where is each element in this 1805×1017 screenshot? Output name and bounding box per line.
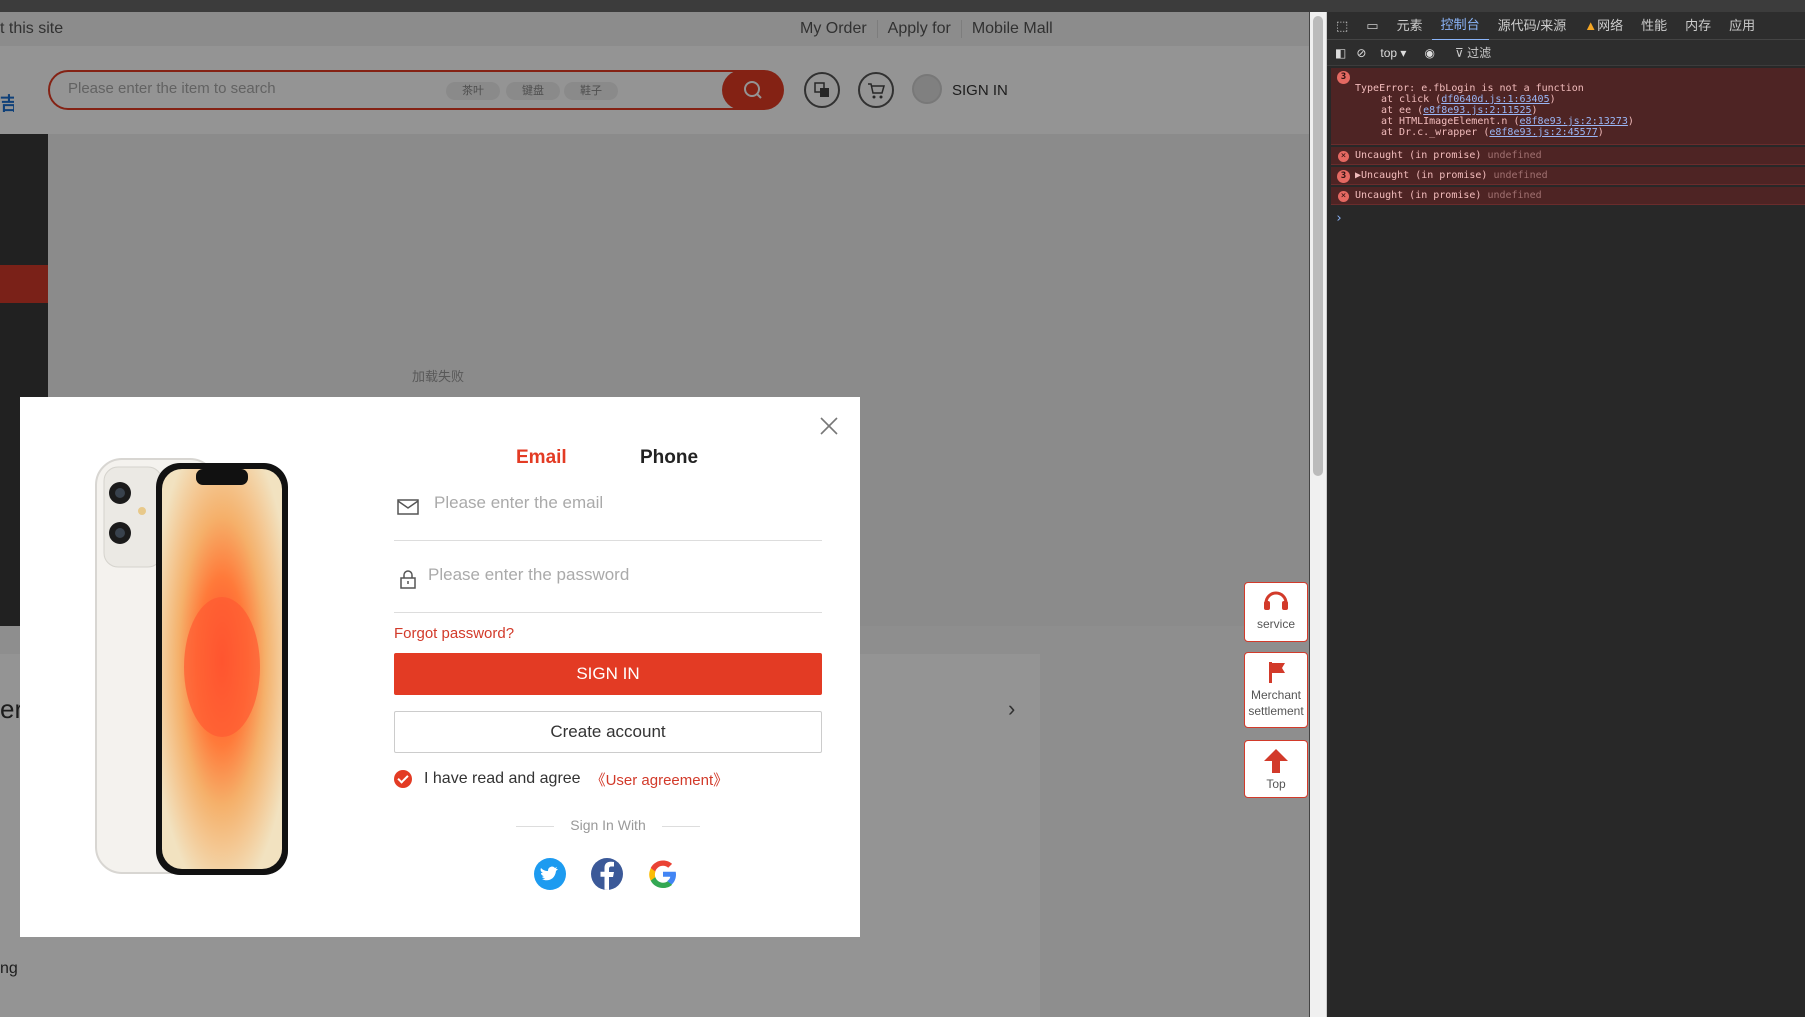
error-count-badge: 3 [1337,71,1350,84]
merchant-settlement-button[interactable]: Merchant settlement [1244,652,1308,728]
console-prompt[interactable]: › [1327,207,1805,230]
tab-performance[interactable]: 性能 [1632,12,1676,40]
tab-network[interactable]: ▲网络 [1575,12,1632,40]
stack-link[interactable]: e8f8e93.js:2:13273 [1519,116,1627,127]
context-selector[interactable]: top ▾ [1376,46,1410,60]
login-modal: Email Phone Forgot password? SIGN IN Cre… [20,397,860,937]
phone-product-image [95,458,288,875]
top-label: Top [1266,777,1286,791]
forgot-password-link[interactable]: Forgot password? [394,625,514,642]
password-input[interactable] [428,565,798,585]
back-to-top-button[interactable]: Top [1244,740,1308,798]
agreement-text: I have read and agree [424,770,581,787]
tab-phone[interactable]: Phone [640,447,698,469]
browser-top-strip [0,0,1805,12]
console-error-entry[interactable]: × Uncaught (in promise) undefined [1331,187,1805,205]
twitter-icon[interactable] [533,857,567,891]
tab-sources[interactable]: 源代码/来源 [1489,12,1576,40]
console-error-entry[interactable]: 3 TypeError: e.fbLogin is not a function… [1331,68,1805,145]
sign-in-with-divider: Sign In With [516,817,700,833]
error-message: ▶Uncaught (in promise) [1355,170,1488,181]
console-error-entry[interactable]: 3 ▶Uncaught (in promise) undefined [1331,167,1805,185]
headset-icon [1264,591,1288,610]
error-message: Uncaught (in promise) [1355,150,1482,161]
console-error-entry[interactable]: × Uncaught (in promise) undefined [1331,147,1805,165]
error-message: Uncaught (in promise) [1355,190,1482,201]
error-detail: undefined [1487,190,1542,201]
error-count-badge: 3 [1337,170,1350,183]
console-toolbar: ◧ ⊘ top ▾ ◉ ⊽ 过滤 [1327,40,1805,66]
facebook-icon[interactable] [590,857,624,891]
context-label: top [1380,45,1398,60]
close-icon[interactable] [818,415,840,437]
lock-icon [400,570,416,589]
email-input[interactable] [434,493,804,513]
stack-line: at click (df0640d.js:1:63405) [1381,94,1556,105]
flag-icon [1269,662,1285,683]
stack-link[interactable]: e8f8e93.js:2:45577 [1489,127,1597,138]
tab-email[interactable]: Email [516,447,567,469]
stack-line: at ee (e8f8e93.js:2:11525) [1381,105,1538,116]
eye-icon[interactable]: ◉ [1424,46,1434,60]
create-account-button[interactable]: Create account [394,711,822,753]
page-scrollbar[interactable] [1310,12,1327,1017]
sign-in-button[interactable]: SIGN IN [394,653,822,695]
service-button[interactable]: service [1244,582,1308,642]
stack-line: at HTMLImageElement.n (e8f8e93.js:2:1327… [1381,116,1634,127]
filter-input[interactable]: ⊽ 过滤 [1455,44,1491,61]
error-detail: undefined [1493,170,1548,181]
tab-memory[interactable]: 内存 [1676,12,1720,40]
user-agreement-link[interactable]: 《User agreement》 [591,769,729,790]
devtools-tab-bar: ⬚ ▭ 元素 控制台 源代码/来源 ▲网络 性能 内存 应用 [1327,11,1805,41]
password-field [394,553,822,613]
stack-line: at Dr.c._wrapper (e8f8e93.js:2:45577) [1381,127,1604,138]
error-icon: × [1338,151,1349,162]
error-message: TypeError: e.fbLogin is not a function [1355,83,1584,94]
sidebar-toggle-icon[interactable]: ◧ [1335,46,1346,60]
filter-label: 过滤 [1467,46,1492,60]
filter-icon: ⊽ [1454,46,1464,60]
error-icon: × [1338,191,1349,202]
arrow-up-icon [1264,749,1288,773]
scrollbar-thumb[interactable] [1313,16,1323,476]
merchant-label: Merchant settlement [1248,688,1304,718]
devtools-panel: ⬚ ▭ 元素 控制台 源代码/来源 ▲网络 性能 内存 应用 ◧ ⊘ top ▾… [1309,12,1805,1017]
agreement-row: I have read and agree 《User agreement》 [394,769,728,789]
tab-network-label: 网络 [1597,17,1624,33]
agreement-checkbox[interactable] [394,770,412,788]
warning-icon: ▲ [1584,17,1598,33]
tab-application[interactable]: 应用 [1720,12,1764,40]
console-output: 3 TypeError: e.fbLogin is not a function… [1327,68,1805,230]
mail-icon [397,499,419,515]
email-field [394,481,822,541]
stack-link[interactable]: df0640d.js:1:63405 [1441,94,1549,105]
stack-link[interactable]: e8f8e93.js:2:11525 [1423,105,1531,116]
clear-console-icon[interactable]: ⊘ [1356,46,1366,60]
error-detail: undefined [1487,150,1542,161]
inspect-icon[interactable]: ⬚ [1327,12,1357,40]
google-icon[interactable] [646,857,680,891]
tab-elements[interactable]: 元素 [1388,12,1432,40]
device-toolbar-icon[interactable]: ▭ [1357,12,1387,40]
tab-console[interactable]: 控制台 [1431,11,1489,41]
service-label: service [1256,617,1295,631]
